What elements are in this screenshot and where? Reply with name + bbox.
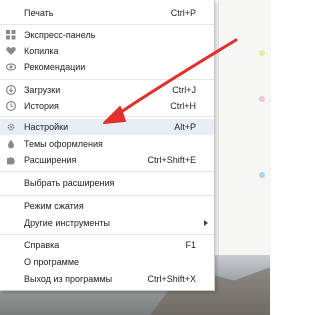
menu-item-label: Режим сжатия — [24, 201, 84, 211]
menu-item-shortcut: Ctrl+Shift+X — [147, 274, 196, 284]
menu-item-downloads[interactable]: Загрузки Ctrl+J — [0, 82, 214, 98]
menu-item-extensions[interactable]: Расширения Ctrl+Shift+E — [0, 152, 214, 168]
menu-separator — [0, 195, 214, 196]
menu-item-other-tools[interactable]: Другие инструменты — [0, 215, 214, 231]
menu-item-help[interactable]: Справка F1 — [0, 237, 214, 253]
menu-separator — [0, 116, 214, 117]
side-dot — [259, 50, 265, 56]
menu-item-label: Рекомендации — [24, 62, 86, 72]
menu-item-shortcut: Ctrl+P — [170, 8, 196, 18]
menu-item-about[interactable]: О программе — [0, 254, 214, 270]
main-menu: Печать Ctrl+P Экспресс-панель Копилка Ре… — [0, 0, 215, 291]
menu-item-get-extensions[interactable]: Выбрать расширения — [0, 175, 214, 191]
grid-icon — [6, 30, 16, 40]
menu-item-label: Загрузки — [24, 85, 61, 95]
drop-icon — [6, 139, 16, 149]
menu-item-label: О программе — [24, 257, 80, 267]
menu-item-label: Справка — [24, 240, 60, 250]
menu-item-settings[interactable]: Настройки Alt+P — [0, 119, 214, 135]
clock-icon — [5, 100, 17, 112]
menu-item-label: Копилка — [24, 46, 59, 56]
menu-item-label: Темы оформления — [24, 139, 103, 149]
menu-item-label: Экспресс-панель — [24, 30, 96, 40]
menu-item-shortcut: Ctrl+J — [172, 85, 196, 95]
menu-item-stash[interactable]: Копилка — [0, 43, 214, 59]
gear-icon — [6, 122, 16, 132]
download-icon — [5, 84, 17, 96]
menu-item-shortcut: Ctrl+Shift+E — [147, 155, 196, 165]
menu-item-label: Другие инструменты — [24, 218, 110, 228]
menu-item-label: Выход из программы — [24, 274, 113, 284]
menu-item-history[interactable]: История Ctrl+H — [0, 98, 214, 114]
menu-item-exit[interactable]: Выход из программы Ctrl+Shift+X — [0, 271, 214, 287]
menu-item-compression-mode[interactable]: Режим сжатия — [0, 198, 214, 214]
side-dot — [259, 172, 265, 178]
submenu-arrow-icon — [204, 220, 208, 226]
menu-item-label: Выбрать расширения — [24, 178, 115, 188]
menu-item-label: Печать — [24, 8, 54, 18]
menu-separator — [0, 79, 214, 80]
menu-item-shortcut: F1 — [185, 240, 196, 250]
eye-icon — [5, 62, 17, 72]
menu-item-print[interactable]: Печать Ctrl+P — [0, 5, 214, 21]
heart-icon — [6, 46, 16, 56]
menu-item-shortcut: Ctrl+H — [170, 101, 196, 111]
menu-item-speed-dial[interactable]: Экспресс-панель — [0, 27, 214, 43]
menu-item-label: История — [24, 101, 59, 111]
menu-item-shortcut: Alt+P — [174, 122, 196, 132]
menu-item-recommendations[interactable]: Рекомендации — [0, 59, 214, 75]
menu-separator — [0, 171, 214, 172]
puzzle-icon — [6, 155, 16, 165]
menu-item-label: Настройки — [24, 122, 69, 132]
menu-item-themes[interactable]: Темы оформления — [0, 136, 214, 152]
menu-separator — [0, 24, 214, 25]
menu-separator — [0, 234, 214, 235]
side-dot — [259, 96, 265, 102]
menu-item-label: Расширения — [24, 155, 77, 165]
